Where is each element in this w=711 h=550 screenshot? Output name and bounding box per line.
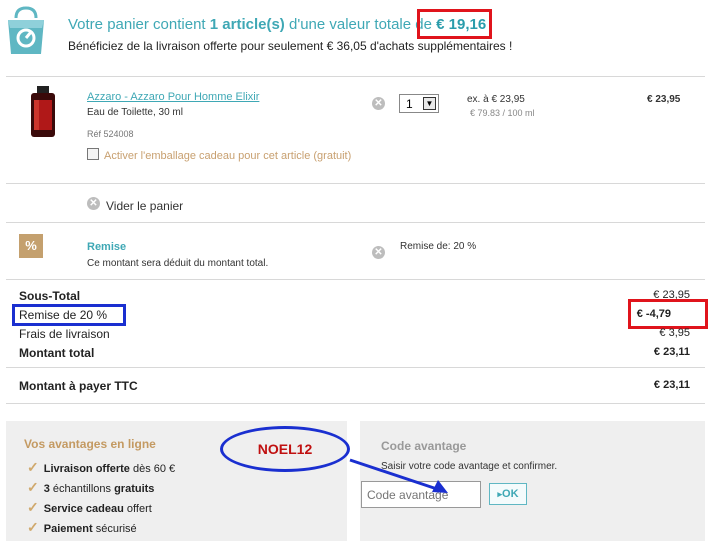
shipping-label: Frais de livraison — [19, 327, 110, 341]
check-icon: ✓ — [27, 499, 39, 515]
product-reference: Réf 524008 — [87, 129, 134, 139]
amount-due-value: € 23,11 — [653, 379, 690, 391]
product-description: Eau de Toilette, 30 ml — [87, 107, 183, 118]
divider — [6, 279, 705, 280]
divider — [6, 76, 705, 77]
quantity-value: 1 — [406, 97, 413, 111]
amount-due-label: Montant à payer TTC — [19, 379, 138, 393]
cart-summary-prefix: Votre panier contient — [68, 16, 206, 33]
discount-percent-icon: % — [19, 234, 43, 258]
empty-cart-icon[interactable]: ✕ — [87, 197, 100, 210]
advantage-item: ✓ 3 échantillons gratuits — [27, 479, 155, 495]
advantage-item: ✓ Livraison offerte dès 60 € — [27, 459, 176, 475]
empty-cart-button[interactable]: Vider le panier — [106, 199, 183, 213]
check-icon: ✓ — [27, 459, 39, 475]
unit-price: ex. à € 23,95 — [467, 94, 525, 105]
quantity-select[interactable]: 1 ▼ — [399, 94, 439, 113]
shipping-value: € 3,95 — [659, 327, 690, 339]
price-per-100ml: € 79.83 / 100 ml — [470, 108, 535, 118]
divider — [6, 183, 705, 184]
remove-item-icon[interactable]: ✕ — [372, 97, 385, 110]
product-name-link[interactable]: Azzaro - Azzaro Pour Homme Elixir — [87, 91, 259, 103]
ok-button[interactable]: ▸OK — [489, 483, 527, 505]
item-count: 1 article(s) — [209, 16, 285, 33]
check-icon: ✓ — [27, 519, 39, 535]
product-image — [27, 86, 59, 138]
divider — [6, 367, 705, 368]
cart-summary-middle: d'une valeur totale de — [288, 16, 432, 33]
highlight-remise-value-box — [628, 299, 708, 329]
annotation-code-bubble: NOEL12 — [220, 426, 350, 472]
line-total: € 23,95 — [647, 94, 681, 105]
highlight-total-box — [417, 9, 492, 39]
total-label: Montant total — [19, 346, 95, 360]
divider — [6, 403, 705, 404]
advantage-item: ✓ Service cadeau offert — [27, 499, 152, 515]
divider — [6, 222, 705, 223]
discount-title: Remise — [87, 241, 127, 253]
advantages-title: Vos avantages en ligne — [24, 437, 156, 451]
annotation-arrow-icon — [349, 458, 448, 493]
discount-value: Remise de: 20 % — [400, 241, 477, 252]
free-shipping-notice: Bénéficiez de la livraison offerte pour … — [68, 39, 513, 53]
remove-discount-icon[interactable]: ✕ — [372, 246, 385, 259]
highlight-remise-label-box — [12, 304, 126, 326]
advantage-item: ✓ Paiement sécurisé — [27, 519, 137, 535]
gift-wrap-label[interactable]: Activer l'emballage cadeau pour cet arti… — [104, 149, 354, 164]
discount-description: Ce montant sera déduit du montant total. — [87, 258, 269, 269]
chevron-down-icon[interactable]: ▼ — [423, 97, 436, 110]
shopping-bag-icon — [4, 4, 48, 56]
subtotal-label: Sous-Total — [19, 289, 81, 303]
total-value: € 23,11 — [653, 346, 690, 358]
gift-wrap-checkbox[interactable] — [87, 148, 99, 160]
check-icon: ✓ — [27, 479, 39, 495]
